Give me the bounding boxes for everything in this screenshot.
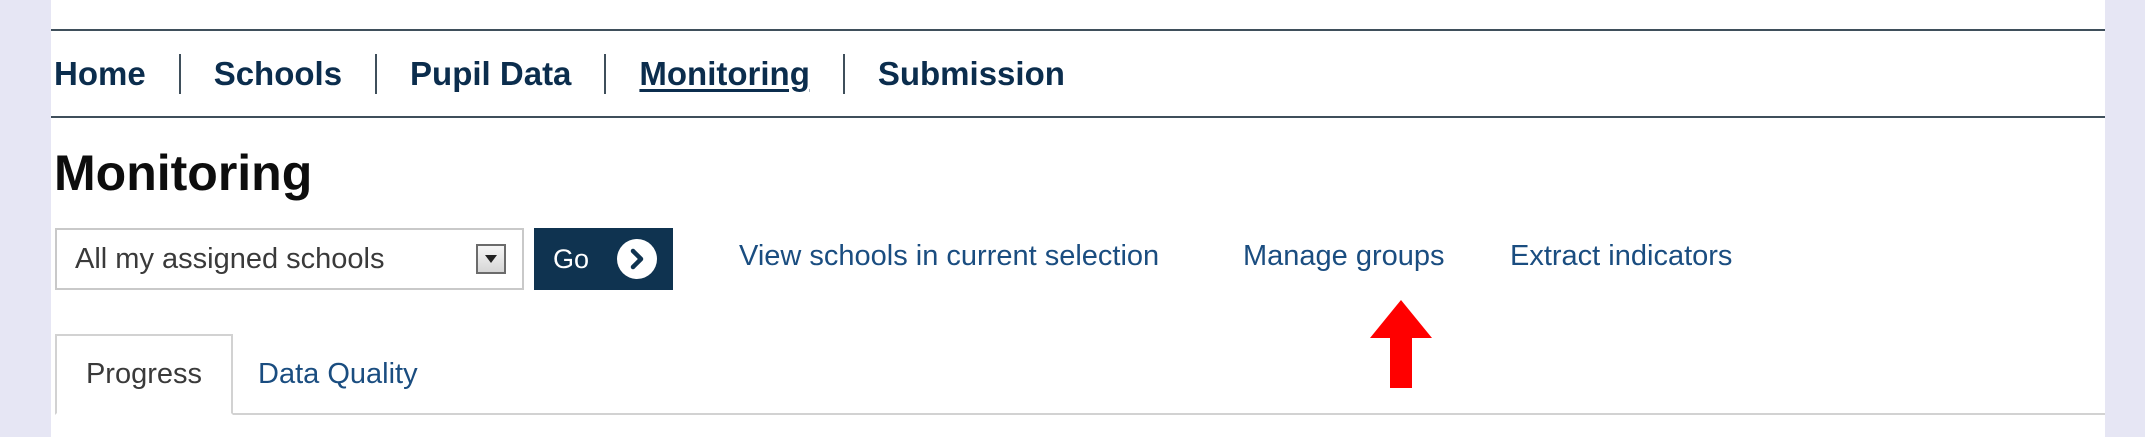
triangle-down-icon-glyph: [485, 255, 497, 263]
view-schools-link[interactable]: View schools in current selection: [739, 240, 1159, 273]
manage-groups-link[interactable]: Manage groups: [1243, 240, 1445, 273]
tab-progress[interactable]: Progress: [55, 334, 233, 415]
nav-item-pupil-data[interactable]: Pupil Data: [377, 53, 607, 94]
tab-data-quality[interactable]: Data Quality: [258, 334, 458, 415]
nav-item-schools[interactable]: Schools: [181, 53, 378, 94]
page-container: Home Schools Pupil Data Monitoring Submi…: [51, 0, 2105, 437]
red-arrow-up-icon: [1370, 300, 1432, 388]
go-button[interactable]: Go: [534, 228, 673, 290]
nav-item-submission[interactable]: Submission: [845, 54, 1098, 94]
extract-indicators-link[interactable]: Extract indicators: [1510, 240, 1732, 273]
school-selection-dropdown[interactable]: All my assigned schools: [55, 228, 524, 290]
nav-item-monitoring[interactable]: Monitoring: [606, 53, 845, 94]
nav-item-home[interactable]: Home: [51, 53, 181, 94]
school-selection-value: All my assigned schools: [75, 242, 385, 275]
chevron-right-circle-icon: [617, 239, 657, 279]
top-navigation: Home Schools Pupil Data Monitoring Submi…: [51, 29, 2105, 118]
go-button-label: Go: [553, 243, 590, 274]
triangle-down-icon[interactable]: [476, 244, 506, 274]
chevron-right-icon: [630, 248, 644, 270]
page-title: Monitoring: [54, 145, 313, 201]
